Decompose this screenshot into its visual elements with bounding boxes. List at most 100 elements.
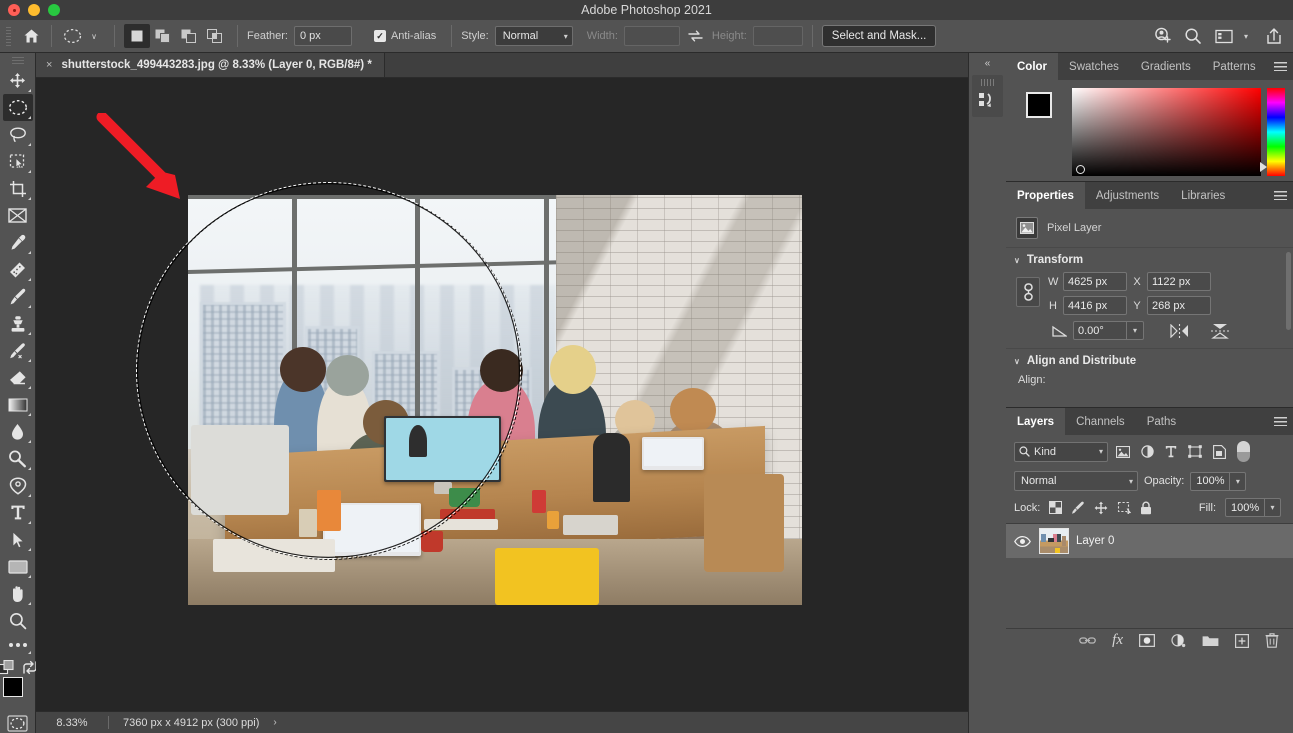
layer-style-fx-icon[interactable]: fx (1112, 632, 1123, 649)
subtract-from-selection-button[interactable] (176, 24, 202, 48)
transform-height-input[interactable]: 4416 px (1063, 296, 1127, 315)
tab-patterns[interactable]: Patterns (1202, 53, 1267, 80)
zoom-level[interactable]: 8.33% (36, 717, 108, 729)
tab-adjustments[interactable]: Adjustments (1085, 182, 1170, 209)
add-layer-mask-icon[interactable] (1139, 634, 1155, 647)
tab-swatches[interactable]: Swatches (1058, 53, 1130, 80)
tab-color[interactable]: Color (1006, 53, 1059, 80)
flip-horizontal-icon[interactable] (1170, 323, 1189, 338)
clone-stamp-tool[interactable] (3, 310, 33, 337)
pen-tool[interactable] (3, 472, 33, 499)
share-icon[interactable] (1263, 25, 1285, 47)
quick-mask-icon[interactable] (7, 713, 29, 733)
transform-angle-input[interactable]: 0.00° (1073, 321, 1127, 340)
screen-mode-icon[interactable] (0, 660, 15, 675)
chevron-down-icon[interactable]: ∨ (1014, 256, 1020, 265)
transform-x-input[interactable]: 1122 px (1147, 272, 1211, 291)
transform-y-input[interactable]: 268 px (1147, 296, 1211, 315)
layer-name[interactable]: Layer 0 (1076, 535, 1114, 547)
style-select[interactable]: Normal ▾ (494, 26, 573, 46)
filter-pixel-icon[interactable] (1116, 445, 1130, 458)
new-adjustment-layer-icon[interactable] (1171, 633, 1186, 648)
intersect-selection-button[interactable] (202, 24, 228, 48)
height-input[interactable] (752, 26, 803, 46)
dodge-tool[interactable] (3, 445, 33, 472)
filter-adjustment-icon[interactable] (1141, 445, 1154, 458)
expand-panels-button[interactable]: « (969, 53, 1006, 73)
filter-smart-object-icon[interactable] (1213, 444, 1226, 459)
eye-icon[interactable] (1012, 535, 1032, 547)
history-brush-tool[interactable] (3, 337, 33, 364)
transform-width-input[interactable]: 4625 px (1063, 272, 1127, 291)
panel-menu-icon[interactable] (1274, 182, 1287, 209)
rectangle-tool[interactable] (3, 553, 33, 580)
document-tab[interactable]: × shutterstock_499443283.jpg @ 8.33% (La… (36, 53, 385, 77)
fill-input[interactable]: 100% (1225, 498, 1265, 517)
hand-tool[interactable] (3, 580, 33, 607)
frame-tool[interactable] (3, 202, 33, 229)
search-icon[interactable] (1182, 25, 1204, 47)
history-actions-icon[interactable] (977, 90, 999, 110)
color-panel-foreground-swatch[interactable] (1026, 92, 1052, 118)
blend-mode-select[interactable]: Normal ▾ (1014, 471, 1138, 491)
options-bar-grip[interactable] (4, 25, 14, 47)
close-icon[interactable]: × (46, 59, 52, 71)
brush-tool[interactable] (3, 283, 33, 310)
zoom-tool[interactable] (3, 607, 33, 634)
tab-channels[interactable]: Channels (1065, 408, 1136, 435)
delete-layer-icon[interactable] (1265, 633, 1279, 648)
filter-type-icon[interactable] (1165, 445, 1177, 458)
transform-section-header[interactable]: ∨ Transform (1006, 248, 1293, 270)
anti-alias-checkbox[interactable]: ✓ (373, 30, 386, 42)
edit-toolbar-tool[interactable] (3, 634, 33, 656)
elliptical-marquee-icon[interactable] (61, 25, 83, 47)
add-person-icon[interactable] (1152, 25, 1174, 47)
history-panel-icon-card[interactable] (972, 75, 1003, 117)
home-icon[interactable] (20, 25, 42, 47)
add-to-selection-button[interactable] (150, 24, 176, 48)
rail-grip[interactable] (980, 79, 995, 86)
lock-position-icon[interactable] (1094, 501, 1108, 515)
layer-filter-kind-select[interactable]: Kind ▾ (1014, 441, 1108, 462)
move-tool[interactable] (3, 67, 33, 94)
width-input[interactable] (623, 26, 680, 46)
layer-row[interactable]: Layer 0 (1006, 524, 1293, 558)
foreground-color-swatch[interactable] (2, 677, 23, 697)
workspace-chevron-icon[interactable]: ▾ (1235, 25, 1257, 47)
properties-scrollbar[interactable] (1286, 252, 1291, 330)
lock-image-pixels-icon[interactable] (1071, 501, 1085, 515)
flip-vertical-icon[interactable] (1211, 323, 1229, 339)
opacity-stepper-chevron[interactable]: ▾ (1230, 471, 1247, 491)
chevron-down-icon[interactable]: ∨ (1014, 357, 1020, 366)
panel-menu-icon[interactable] (1274, 408, 1287, 435)
canvas-area[interactable] (36, 78, 968, 711)
close-button[interactable] (8, 4, 20, 16)
lasso-tool[interactable] (3, 121, 33, 148)
tab-layers[interactable]: Layers (1006, 408, 1066, 435)
hue-slider[interactable] (1260, 88, 1285, 176)
color-swatches[interactable] (2, 677, 33, 707)
eraser-tool[interactable] (3, 364, 33, 391)
tab-gradients[interactable]: Gradients (1130, 53, 1202, 80)
minimize-button[interactable] (28, 4, 40, 16)
tools-panel-grip[interactable] (11, 57, 24, 65)
new-layer-icon[interactable] (1235, 633, 1249, 648)
filter-shape-icon[interactable] (1188, 445, 1202, 458)
angle-chevron-icon[interactable]: ▾ (1127, 321, 1144, 340)
eyedropper-tool[interactable] (3, 229, 33, 256)
document-image[interactable] (188, 195, 802, 605)
new-selection-button[interactable] (124, 24, 150, 48)
filter-toggle-switch[interactable] (1237, 441, 1250, 462)
status-chevron-icon[interactable]: › (273, 717, 276, 728)
tab-properties[interactable]: Properties (1006, 182, 1085, 209)
lock-all-icon[interactable] (1140, 501, 1152, 515)
new-group-icon[interactable] (1202, 634, 1219, 647)
color-panel-swatches[interactable] (1026, 92, 1066, 132)
link-width-height-icon[interactable] (1016, 277, 1040, 307)
link-layers-icon[interactable] (1079, 635, 1097, 646)
crop-tool[interactable] (3, 175, 33, 202)
tab-libraries[interactable]: Libraries (1170, 182, 1236, 209)
select-and-mask-button[interactable]: Select and Mask... (821, 25, 937, 47)
tab-paths[interactable]: Paths (1136, 408, 1187, 435)
panel-menu-icon[interactable] (1274, 53, 1287, 80)
